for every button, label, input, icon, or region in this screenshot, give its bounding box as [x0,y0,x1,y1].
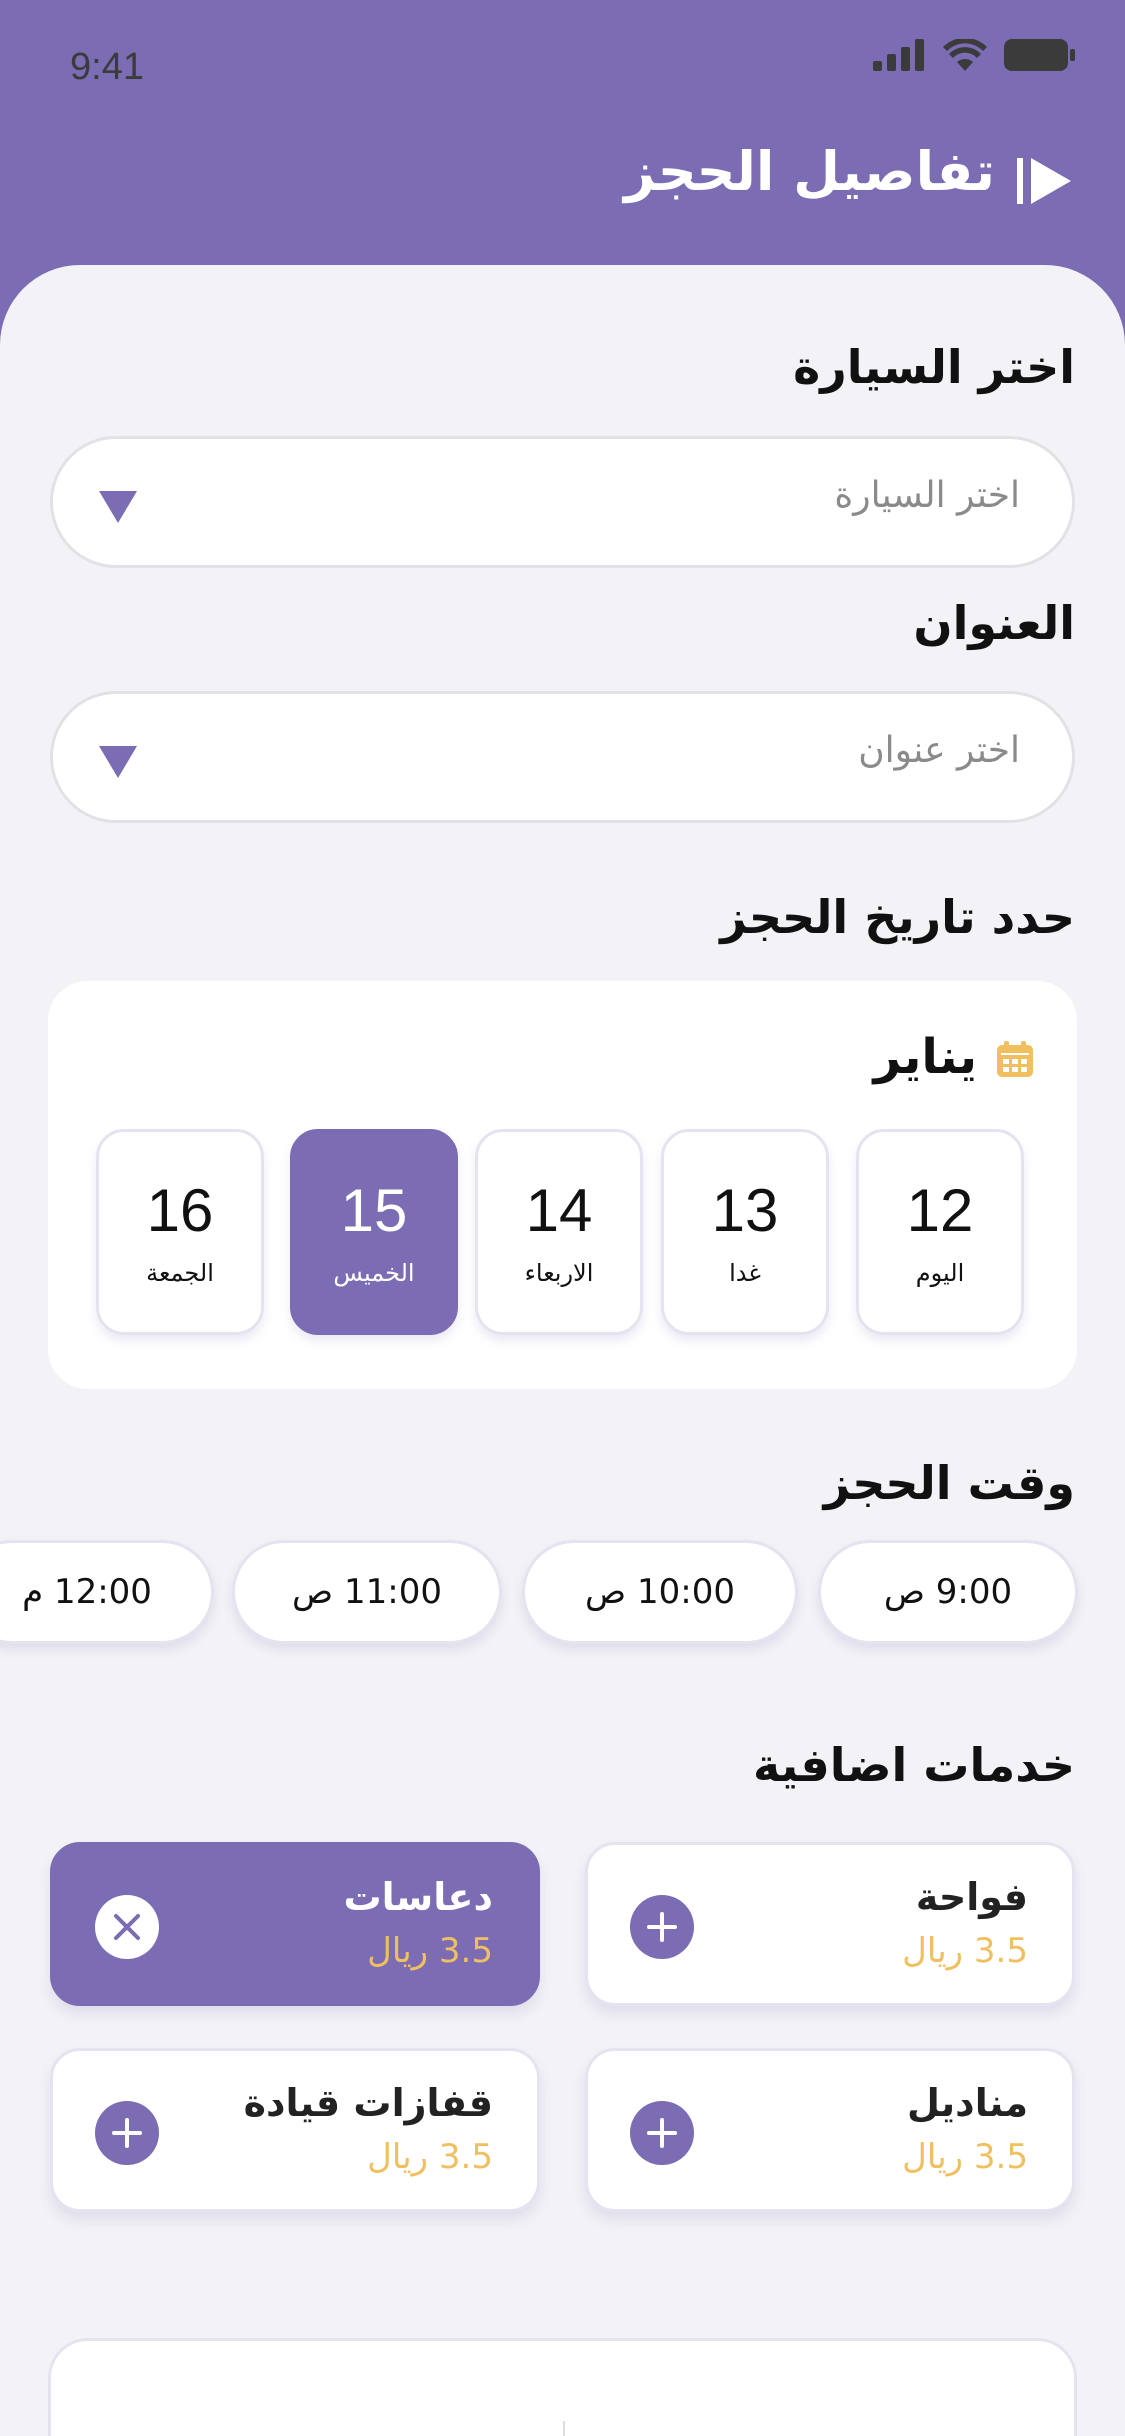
remove-service-button[interactable] [95,1895,159,1959]
status-time: 9:41 [70,46,144,88]
service-price: 3.5 ريال [902,2137,1028,2177]
plus-icon [647,2118,677,2148]
status-icons [873,38,1075,72]
time-slot[interactable]: 9:00 ص [818,1540,1078,1644]
car-select-placeholder: اختر السيارة [834,475,1020,516]
header: تفاصيل الحجز [0,130,1125,265]
service-price: 3.5 ريال [902,1931,1028,1971]
day-number: 15 [340,1177,408,1244]
chevron-down-icon [99,491,137,523]
time-slot[interactable]: 11:00 ص [232,1540,502,1644]
signal-icon [873,39,924,71]
close-icon [114,1914,140,1940]
service-name: قفازات قيادة [243,2081,493,2125]
day-chip-16[interactable]: 16 الجمعة [96,1129,264,1335]
summary-card [48,2338,1077,2436]
day-label: اليوم [915,1259,965,1287]
address-select[interactable]: اختر عنوان [50,691,1075,823]
day-number: 16 [146,1177,214,1244]
address-section-title: العنوان [913,596,1075,650]
date-section-title: حدد تاريخ الحجز [720,890,1075,944]
car-select[interactable]: اختر السيارة [50,436,1075,568]
service-card-tissues[interactable]: مناديل 3.5 ريال [585,2048,1075,2212]
add-service-button[interactable] [95,2101,159,2165]
service-name: دعاسات [343,1875,493,1919]
car-section-title: اختر السيارة [793,340,1075,394]
service-name: مناديل [907,2081,1028,2125]
plus-icon [647,1912,677,1942]
time-slot[interactable]: 12:00 م [0,1540,214,1644]
service-name: فواحة [915,1875,1028,1919]
service-price: 3.5 ريال [367,2137,493,2177]
service-card-floor-mats[interactable]: دعاسات 3.5 ريال [50,1842,540,2006]
day-label: غدا [729,1259,761,1287]
add-service-button[interactable] [630,1895,694,1959]
wifi-icon [943,39,987,71]
services-section-title: خدمات اضافية [753,1738,1075,1792]
status-bar: 9:41 [0,0,1125,130]
calendar-icon [997,1041,1033,1077]
service-card-driving-gloves[interactable]: قفازات قيادة 3.5 ريال [50,2048,540,2212]
battery-icon [1004,39,1075,71]
day-chip-13[interactable]: 13 غدا [661,1129,829,1335]
back-play-icon[interactable] [1017,156,1073,206]
day-number: 12 [906,1177,974,1244]
day-label: الخميس [333,1259,415,1287]
time-section-title: وقت الحجز [823,1456,1075,1510]
day-number: 14 [525,1177,593,1244]
plus-icon [112,2118,142,2148]
page-title: تفاصيل الحجز [624,140,995,203]
day-chip-15[interactable]: 15 الخميس [290,1129,458,1335]
day-label: الاربعاء [524,1259,594,1287]
address-select-placeholder: اختر عنوان [858,730,1020,771]
service-price: 3.5 ريال [367,1931,493,1971]
day-chip-12[interactable]: 12 اليوم [856,1129,1024,1335]
day-number: 13 [711,1177,779,1244]
time-slot[interactable]: 10:00 ص [522,1540,798,1644]
service-card-freshener[interactable]: فواحة 3.5 ريال [585,1842,1075,2006]
add-service-button[interactable] [630,2101,694,2165]
date-card: يناير 12 اليوم 13 غدا 14 الاربعاء 15 الخ… [48,981,1077,1389]
chevron-down-icon [99,746,137,778]
day-label: الجمعة [146,1259,214,1287]
summary-divider [563,2421,565,2436]
month-title: يناير [873,1029,977,1085]
day-chip-14[interactable]: 14 الاربعاء [475,1129,643,1335]
